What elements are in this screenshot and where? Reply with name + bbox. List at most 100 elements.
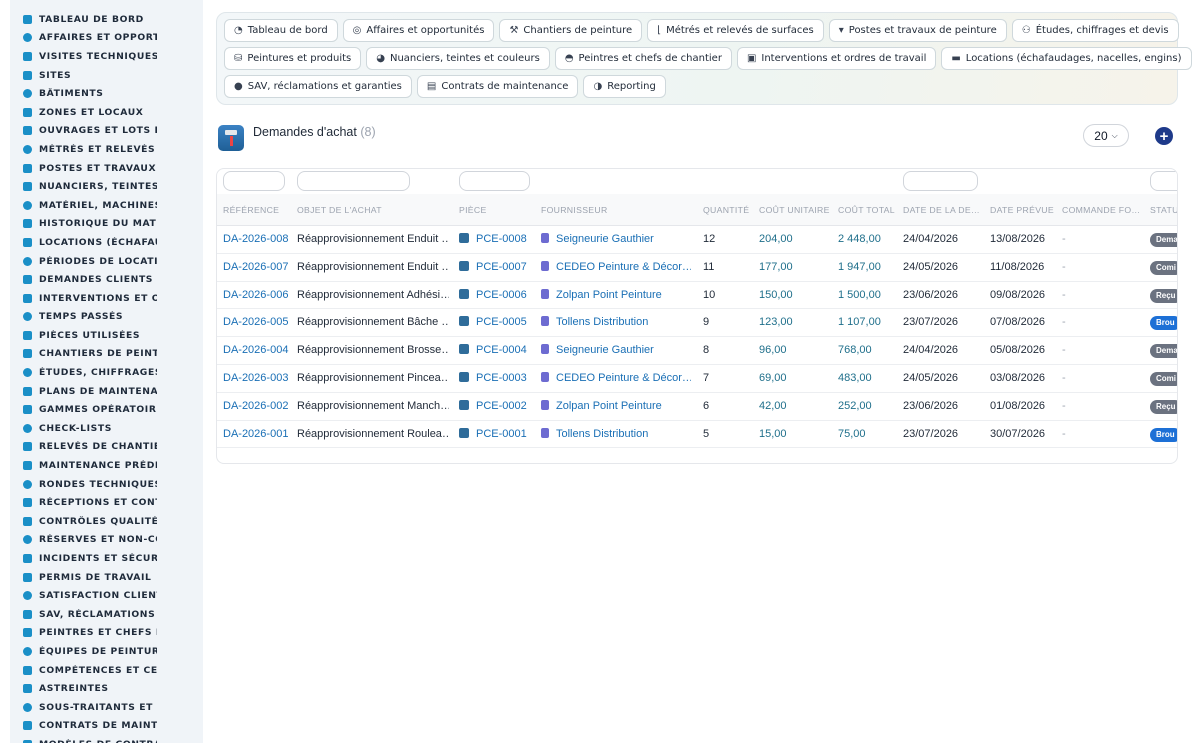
nav-chip[interactable]: ⚇ Études, chiffrages et devis: [1011, 19, 1179, 42]
nav-chip[interactable]: ▣ Interventions et ordres de travail: [736, 47, 937, 70]
cell-piece[interactable]: PCE-0001: [459, 421, 539, 449]
sidebar-item[interactable]: INTERVENTIONS ET ORDRES: [10, 289, 203, 308]
table-row[interactable]: DA-2026-004 Réapprovisionnement Brosse… PC…: [217, 337, 1177, 365]
col-piece[interactable]: PIÈCE: [459, 194, 529, 226]
sidebar-item[interactable]: PERMIS DE TRAVAIL: [10, 568, 203, 587]
sidebar-item[interactable]: MATÉRIEL, MACHINES ET: [10, 196, 203, 215]
cell-piece[interactable]: PCE-0007: [459, 254, 539, 282]
nav-chip[interactable]: ◑ Reporting: [583, 75, 666, 98]
sidebar-item[interactable]: CHECK-LISTS: [10, 419, 203, 438]
sidebar-item[interactable]: RELEVÉS DE CHANTIER: [10, 438, 203, 457]
cell-piece[interactable]: PCE-0008: [459, 226, 539, 254]
sidebar-item[interactable]: BÂTIMENTS: [10, 84, 203, 103]
cell-piece[interactable]: PCE-0002: [459, 393, 539, 421]
nav-chip[interactable]: ▾ Postes et travaux de peinture: [828, 19, 1007, 42]
filter-reference[interactable]: [223, 171, 285, 191]
sidebar-item[interactable]: GAMMES OPÉRATOIRES: [10, 400, 203, 419]
sidebar-item[interactable]: INCIDENTS ET SÉCURITÉ: [10, 549, 203, 568]
col-cout-total[interactable]: COÛT TOTAL: [838, 194, 898, 226]
col-reference[interactable]: RÉFÉRENCE: [223, 194, 293, 226]
col-commande[interactable]: COMMANDE FO…: [1062, 194, 1144, 226]
col-objet[interactable]: OBJET DE L'ACHAT: [297, 194, 447, 226]
table-row[interactable]: DA-2026-005 Réapprovisionnement Bâche … PC…: [217, 309, 1177, 338]
sidebar-item[interactable]: ASTREINTES: [10, 679, 203, 698]
sidebar-item[interactable]: MODÈLES DE CONTRATS: [10, 735, 203, 743]
sidebar-item[interactable]: PIÈCES UTILISÉES: [10, 326, 203, 345]
cell-piece[interactable]: PCE-0005: [459, 309, 539, 337]
filter-statut[interactable]: [1150, 171, 1177, 191]
sidebar-item[interactable]: VISITES TECHNIQUES ET: [10, 47, 203, 66]
nav-chip[interactable]: ⌊ Métrés et relevés de surfaces: [647, 19, 824, 42]
sidebar-item[interactable]: ÉQUIPES DE PEINTURE: [10, 642, 203, 661]
col-date-demande[interactable]: DATE DE LA DE…: [903, 194, 981, 226]
sidebar-item[interactable]: CONTRÔLES QUALITÉ ET: [10, 512, 203, 531]
sidebar-item[interactable]: PÉRIODES DE LOCATION: [10, 252, 203, 271]
filter-date-demande[interactable]: [903, 171, 978, 191]
table-row[interactable]: DA-2026-003 Réapprovisionnement Pincea… PC…: [217, 365, 1177, 393]
cell-fournisseur[interactable]: CEDEO Peinture & Décor…: [541, 254, 691, 282]
cell-reference[interactable]: DA-2026-007: [223, 254, 293, 282]
nav-chip[interactable]: ◕ Nuanciers, teintes et couleurs: [366, 47, 550, 70]
cell-reference[interactable]: DA-2026-008: [223, 226, 293, 254]
sidebar-item[interactable]: OUVRAGES ET LOTS DE TRAVAUX: [10, 122, 203, 141]
cell-fournisseur[interactable]: Seigneurie Gauthier: [541, 337, 691, 365]
cell-piece[interactable]: PCE-0004: [459, 337, 539, 365]
sidebar-item[interactable]: CHANTIERS DE PEINTURE: [10, 345, 203, 364]
sidebar-item[interactable]: ÉTUDES, CHIFFRAGES ET: [10, 363, 203, 382]
col-fournisseur[interactable]: FOURNISSEUR: [541, 194, 691, 226]
sidebar-item[interactable]: TABLEAU DE BORD: [10, 10, 203, 29]
col-statut[interactable]: STATU: [1150, 194, 1177, 226]
cell-reference[interactable]: DA-2026-004: [223, 337, 293, 365]
table-row[interactable]: DA-2026-008 Réapprovisionnement Enduit … P…: [217, 226, 1177, 254]
cell-reference[interactable]: DA-2026-006: [223, 282, 293, 310]
nav-chip[interactable]: ◔ Tableau de bord: [224, 19, 338, 42]
cell-fournisseur[interactable]: Seigneurie Gauthier: [541, 226, 691, 254]
col-date-prevue[interactable]: DATE PRÉVUE: [990, 194, 1055, 226]
sidebar-item[interactable]: SAV, RÉCLAMATIONS ET G: [10, 605, 203, 624]
nav-chip[interactable]: ● SAV, réclamations et garanties: [224, 75, 412, 98]
cell-fournisseur[interactable]: Tollens Distribution: [541, 309, 691, 337]
sidebar-item[interactable]: CONTRATS DE MAINTENANCE: [10, 717, 203, 736]
nav-chip[interactable]: ▤ Contrats de maintenance: [416, 75, 579, 98]
sidebar-item[interactable]: AFFAIRES ET OPPORTUNITÉS: [10, 29, 203, 48]
cell-fournisseur[interactable]: Zolpan Point Peinture: [541, 282, 691, 310]
cell-reference[interactable]: DA-2026-002: [223, 393, 293, 421]
nav-chip[interactable]: ▬ Locations (échafaudages, nacelles, engi…: [941, 47, 1192, 70]
table-row[interactable]: DA-2026-001 Réapprovisionnement Roulea… PC…: [217, 421, 1177, 449]
cell-reference[interactable]: DA-2026-003: [223, 365, 293, 393]
sidebar-item[interactable]: LOCATIONS (ÉCHAFAUDAGES: [10, 233, 203, 252]
per-page-select[interactable]: 20 ⌵: [1083, 124, 1129, 147]
sidebar-item[interactable]: RONDES TECHNIQUES: [10, 475, 203, 494]
nav-chip[interactable]: ⚒ Chantiers de peinture: [499, 19, 643, 42]
sidebar-item[interactable]: RÉSERVES ET NON-CONFORMITÉS: [10, 531, 203, 550]
cell-fournisseur[interactable]: CEDEO Peinture & Décor…: [541, 365, 691, 393]
sidebar-item[interactable]: PEINTRES ET CHEFS DE C: [10, 624, 203, 643]
table-row[interactable]: DA-2026-002 Réapprovisionnement Manch… PCE…: [217, 393, 1177, 421]
nav-chip[interactable]: ◎ Affaires et opportunités: [342, 19, 495, 42]
sidebar-item[interactable]: POSTES ET TRAVAUX DE: [10, 159, 203, 178]
filter-piece[interactable]: [459, 171, 530, 191]
sidebar-item[interactable]: SOUS-TRAITANTS ET FOURNISSEURS: [10, 698, 203, 717]
sidebar-item[interactable]: RÉCEPTIONS ET CONTRÔLES: [10, 493, 203, 512]
sidebar-item[interactable]: MÉTRÉS ET RELEVÉS DE: [10, 140, 203, 159]
table-row[interactable]: DA-2026-006 Réapprovisionnement Adhési… PC…: [217, 282, 1177, 310]
sidebar-item[interactable]: DEMANDES CLIENTS ET I: [10, 270, 203, 289]
cell-reference[interactable]: DA-2026-005: [223, 309, 293, 337]
sidebar-item[interactable]: HISTORIQUE DU MATÉRIEL: [10, 215, 203, 234]
sidebar-item[interactable]: SATISFACTION CLIENT: [10, 586, 203, 605]
cell-piece[interactable]: PCE-0006: [459, 282, 539, 310]
sidebar-item[interactable]: ZONES ET LOCAUX: [10, 103, 203, 122]
cell-reference[interactable]: DA-2026-001: [223, 421, 293, 449]
add-button[interactable]: +: [1155, 127, 1173, 145]
table-row[interactable]: DA-2026-007 Réapprovisionnement Enduit … P…: [217, 254, 1177, 282]
cell-piece[interactable]: PCE-0003: [459, 365, 539, 393]
sidebar-item[interactable]: TEMPS PASSÉS: [10, 308, 203, 327]
col-quantite[interactable]: QUANTITÉ: [703, 194, 753, 226]
sidebar-item[interactable]: COMPÉTENCES ET CERTIFICATIONS: [10, 661, 203, 680]
cell-fournisseur[interactable]: Tollens Distribution: [541, 421, 691, 449]
sidebar-item[interactable]: NUANCIERS, TEINTES ET: [10, 177, 203, 196]
sidebar-item[interactable]: PLANS DE MAINTENANCE: [10, 382, 203, 401]
col-cout-unitaire[interactable]: COÛT UNITAIRE: [759, 194, 834, 226]
sidebar-item[interactable]: SITES: [10, 66, 203, 85]
sidebar-item[interactable]: MAINTENANCE PRÉDICTIVE: [10, 456, 203, 475]
